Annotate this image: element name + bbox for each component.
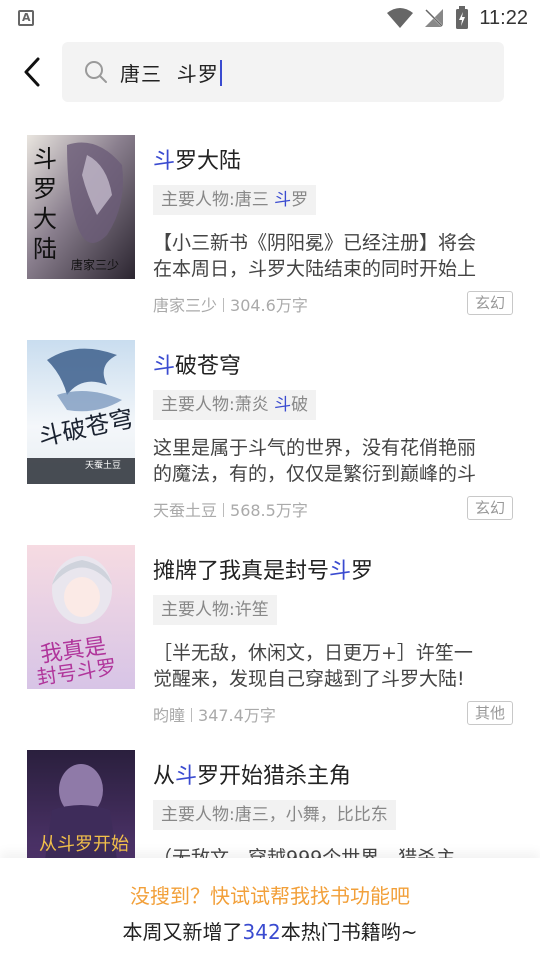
find-book-link[interactable]: 没搜到？快试试帮我找书功能吧 (0, 880, 540, 909)
word-count: 304.6万字 (230, 296, 308, 315)
svg-text:罗: 罗 (33, 175, 57, 203)
book-cover[interactable]: 斗 罗 大 陆 唐家三少 (27, 135, 135, 279)
status-bar: A 11:22 (0, 0, 540, 36)
text-caret (219, 60, 222, 86)
book-title[interactable]: 斗罗大陆 (153, 143, 241, 175)
book-author: 昀瞳 (153, 706, 186, 725)
genre-badge: 玄幻 (467, 496, 513, 520)
back-button[interactable] (18, 56, 48, 88)
signal-off-icon (424, 8, 445, 28)
find-book-banner[interactable]: 没搜到？快试试帮我找书功能吧 本周又新增了342本热门书籍哟~ (0, 858, 540, 960)
book-list-item[interactable]: 斗破苍穹 天蚕土豆 斗破苍穹 主要人物:萧炎 斗破 这里是属于斗气的世界，没有花… (0, 340, 540, 540)
search-input[interactable]: 唐三 斗罗 (62, 42, 504, 102)
svg-text:从斗罗开始: 从斗罗开始 (39, 834, 129, 855)
book-meta: 天蚕土豆 568.5万字 (153, 497, 308, 521)
svg-text:唐家三少: 唐家三少 (71, 257, 119, 272)
book-author: 天蚕土豆 (153, 501, 218, 520)
chevron-left-icon (24, 57, 40, 87)
main-characters-tag: 主要人物:唐三 斗罗 (153, 185, 317, 215)
svg-text:天蚕土豆: 天蚕土豆 (85, 459, 121, 471)
svg-text:陆: 陆 (33, 235, 57, 263)
book-meta: 唐家三少 304.6万字 (153, 292, 308, 316)
search-query[interactable]: 唐三 斗罗 (120, 58, 222, 87)
main-characters-tag: 主要人物:许笙 (153, 595, 277, 625)
search-icon (85, 61, 107, 83)
book-list-item[interactable]: 我真是 封号斗罗 摊牌了我真是封号斗罗 主要人物:许笙 ［半无敌，休闲文，日更万… (0, 545, 540, 745)
clock: 11:22 (479, 6, 528, 29)
new-books-count: 342 (242, 920, 281, 944)
main-characters-tag: 主要人物:萧炎 斗破 (153, 390, 317, 420)
book-cover[interactable]: 斗破苍穹 天蚕土豆 (27, 340, 135, 484)
book-meta: 昀瞳 347.4万字 (153, 702, 276, 726)
book-author: 唐家三少 (153, 296, 218, 315)
book-list-item[interactable]: 斗 罗 大 陆 唐家三少 斗罗大陆 主要人物:唐三 斗罗 【小三新书《阴阳冕》已… (0, 135, 540, 335)
svg-text:大: 大 (33, 205, 57, 233)
new-books-note: 本周又新增了342本热门书籍哟~ (122, 920, 418, 944)
book-cover[interactable]: 我真是 封号斗罗 (27, 545, 135, 689)
cover-title-char: 斗 (33, 145, 57, 173)
main-characters-tag: 主要人物:唐三，小舞，比比东 (153, 800, 396, 830)
word-count: 347.4万字 (198, 706, 276, 725)
book-title[interactable]: 斗破苍穹 (153, 348, 241, 380)
book-title[interactable]: 摊牌了我真是封号斗罗 (153, 553, 373, 585)
word-count: 568.5万字 (230, 501, 308, 520)
book-title[interactable]: 从斗罗开始猎杀主角 (153, 758, 351, 790)
text-badge-icon: A (18, 10, 34, 26)
wifi-icon (387, 8, 414, 28)
book-description: 【小三新书《阴阳冕》已经注册】将会 在本周日，斗罗大陆结束的同时开始上 (153, 232, 477, 280)
status-icons: 11:22 (387, 5, 528, 31)
book-description: 这里是属于斗气的世界，没有花俏艳丽 的魔法，有的，仅仅是繁衍到巅峰的斗 (153, 437, 477, 485)
genre-badge: 其他 (467, 701, 513, 725)
book-description: ［半无敌，休闲文，日更万+］许笙一 觉醒来，发现自己穿越到了斗罗大陆! (153, 642, 473, 690)
battery-charging-icon (456, 6, 469, 29)
genre-badge: 玄幻 (467, 291, 513, 315)
